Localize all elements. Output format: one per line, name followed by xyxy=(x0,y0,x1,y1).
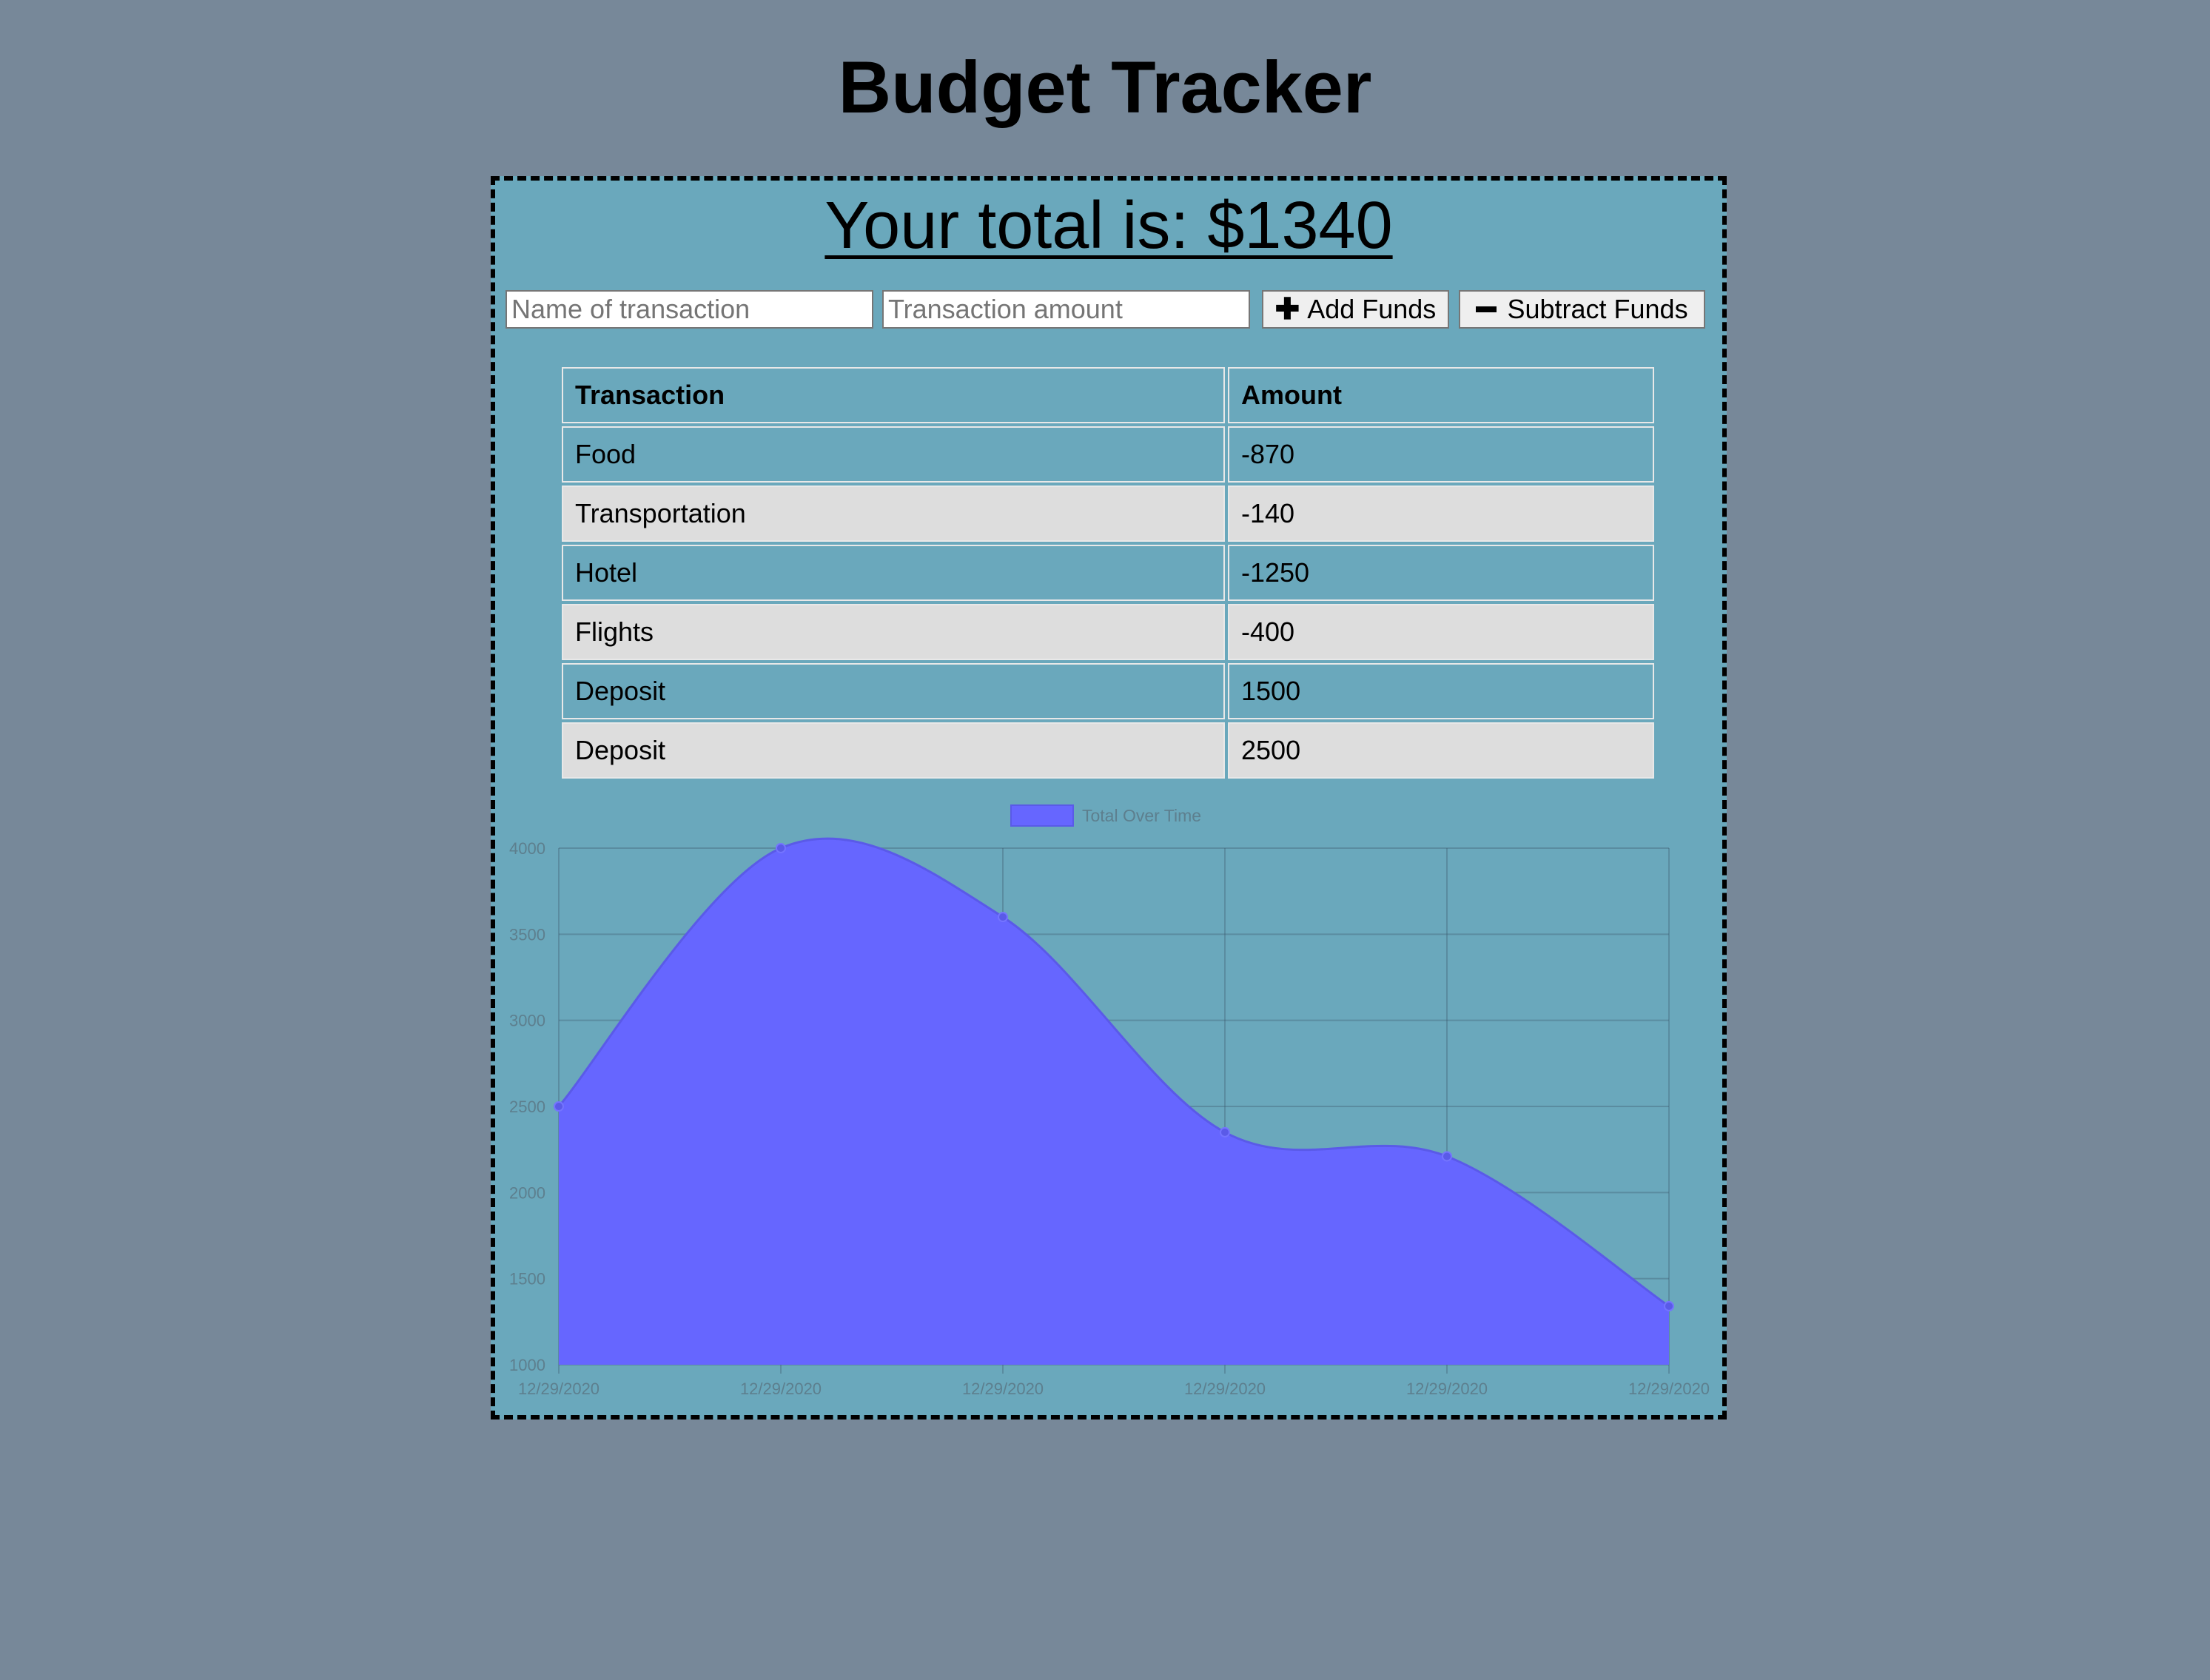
data-point xyxy=(554,1101,564,1112)
y-tick-label: 1500 xyxy=(509,1270,545,1288)
x-tick-label: 12/29/2020 xyxy=(962,1380,1044,1398)
y-tick-label: 2500 xyxy=(509,1098,545,1116)
y-tick-label: 3000 xyxy=(509,1012,545,1030)
data-point xyxy=(1220,1126,1230,1138)
y-tick-label: 4000 xyxy=(509,839,545,858)
x-tick-label: 12/29/2020 xyxy=(1184,1380,1266,1398)
x-tick-label: 12/29/2020 xyxy=(740,1380,822,1398)
legend-label: Total Over Time xyxy=(1082,806,1201,825)
x-tick-label: 12/29/2020 xyxy=(1628,1380,1710,1398)
data-point xyxy=(1664,1300,1674,1311)
x-tick-label: 12/29/2020 xyxy=(1406,1380,1488,1398)
data-point xyxy=(776,843,786,853)
y-tick-label: 2000 xyxy=(509,1183,545,1202)
data-point xyxy=(1442,1151,1452,1162)
y-tick-label: 1000 xyxy=(509,1356,545,1374)
budget-panel: Your total is: $1340 ✚ Add Funds Subtrac… xyxy=(491,176,1727,1419)
total-over-time-chart: 1000 1500 2000 2500 3000 3500 4000 12/29/2020 12… xyxy=(509,804,1710,1398)
legend-swatch xyxy=(1010,804,1074,827)
y-tick-label: 3500 xyxy=(509,925,545,944)
data-point xyxy=(998,912,1008,923)
series-area xyxy=(559,839,1669,1365)
page-title: Budget Tracker xyxy=(838,46,1372,128)
x-tick-label: 12/29/2020 xyxy=(518,1380,599,1398)
